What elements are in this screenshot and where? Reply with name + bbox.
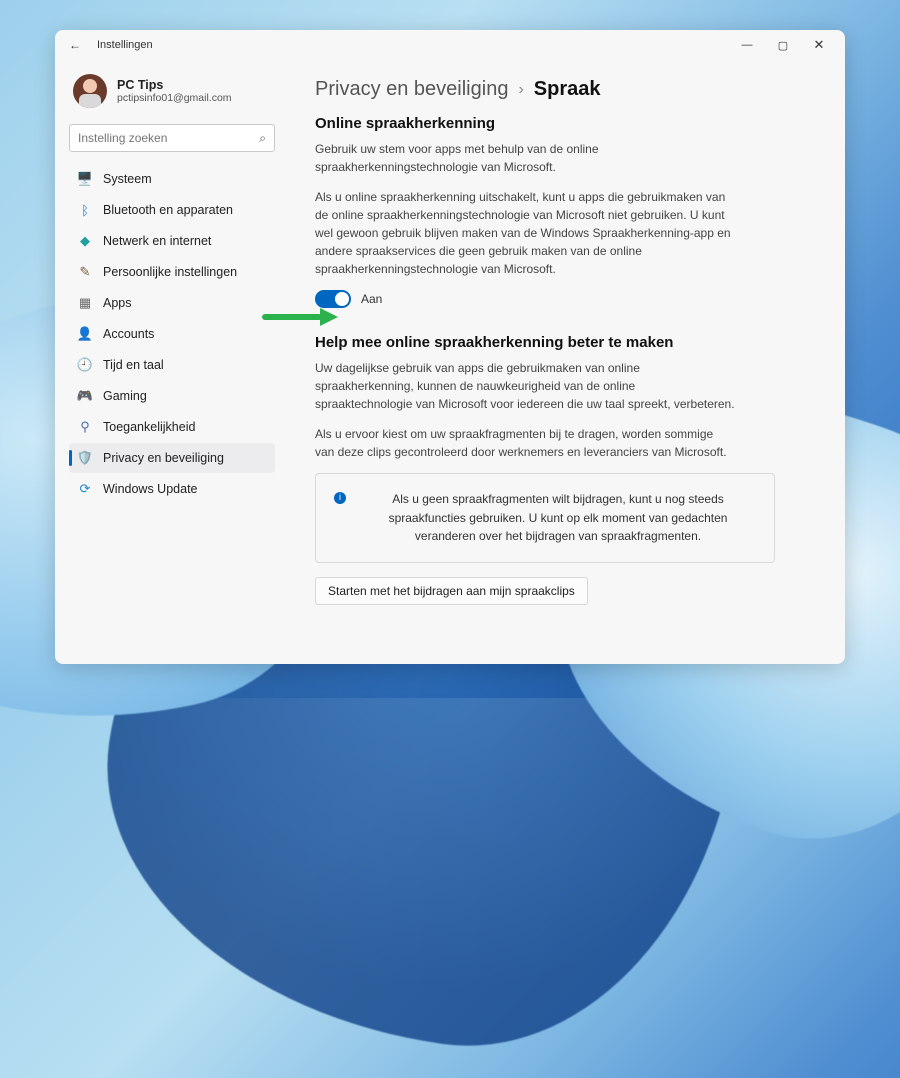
- minimize-button[interactable]: —: [729, 30, 765, 60]
- sidebar-item-bluetooth[interactable]: ᛒ Bluetooth en apparaten: [69, 195, 275, 225]
- titlebar: ← Instellingen — ▢ ✕: [55, 30, 845, 60]
- section2-para2: Als u ervoor kiest om uw spraakfragmente…: [315, 425, 735, 461]
- sidebar-item-label: Toegankelijkheid: [103, 420, 195, 434]
- sidebar-item-personalize[interactable]: ✎ Persoonlijke instellingen: [69, 257, 275, 287]
- sidebar-item-label: Accounts: [103, 327, 154, 341]
- settings-window: ← Instellingen — ▢ ✕ PC Tips pctipsinfo0…: [55, 30, 845, 664]
- apps-icon: ▦: [77, 295, 93, 311]
- start-contributing-button[interactable]: Starten met het bijdragen aan mijn spraa…: [315, 577, 588, 605]
- main-content: Privacy en beveiliging › Spraak Online s…: [285, 60, 845, 664]
- online-speech-toggle-label: Aan: [361, 292, 382, 306]
- back-button[interactable]: ←: [63, 38, 87, 52]
- info-callout: i Als u geen spraakfragmenten wilt bijdr…: [315, 473, 775, 563]
- search-box[interactable]: ⌕: [69, 124, 275, 152]
- breadcrumb-parent[interactable]: Privacy en beveiliging: [315, 78, 508, 101]
- window-title: Instellingen: [97, 39, 153, 51]
- sidebar-item-label: Netwerk en internet: [103, 234, 211, 248]
- search-input[interactable]: [78, 131, 259, 145]
- online-speech-toggle[interactable]: [315, 290, 351, 308]
- close-button[interactable]: ✕: [801, 30, 837, 60]
- privacy-icon: 🛡️: [77, 450, 93, 466]
- access-icon: ⚲: [77, 419, 93, 435]
- info-icon: i: [334, 492, 346, 504]
- time-icon: 🕘: [77, 357, 93, 373]
- sidebar-item-time[interactable]: 🕘 Tijd en taal: [69, 350, 275, 380]
- sidebar-item-network[interactable]: ◆ Netwerk en internet: [69, 226, 275, 256]
- chevron-right-icon: ›: [518, 81, 523, 99]
- sidebar: PC Tips pctipsinfo01@gmail.com ⌕ 🖥️ Syste…: [55, 60, 285, 664]
- search-icon: ⌕: [259, 131, 266, 146]
- sidebar-item-label: Tijd en taal: [103, 358, 164, 372]
- profile-name: PC Tips: [117, 78, 232, 92]
- info-text: Als u geen spraakfragmenten wilt bijdrag…: [389, 492, 728, 543]
- sidebar-item-update[interactable]: ⟳ Windows Update: [69, 474, 275, 504]
- nav-list: 🖥️ Systeem ᛒ Bluetooth en apparaten ◆ Netwerk…: [69, 164, 275, 504]
- sidebar-item-apps[interactable]: ▦ Apps: [69, 288, 275, 318]
- section1-para2: Als u online spraakherkenning uitschakel…: [315, 188, 735, 278]
- bluetooth-icon: ᛒ: [77, 202, 93, 218]
- network-icon: ◆: [77, 233, 93, 249]
- avatar: [73, 74, 107, 108]
- sidebar-item-access[interactable]: ⚲ Toegankelijkheid: [69, 412, 275, 442]
- personalize-icon: ✎: [77, 264, 93, 280]
- maximize-button[interactable]: ▢: [765, 30, 801, 60]
- section-heading-online-recognition: Online spraakherkenning: [315, 115, 811, 132]
- sidebar-item-gaming[interactable]: 🎮 Gaming: [69, 381, 275, 411]
- profile-block[interactable]: PC Tips pctipsinfo01@gmail.com: [69, 68, 275, 122]
- sidebar-item-label: Windows Update: [103, 482, 198, 496]
- section2-para1: Uw dagelijkse gebruik van apps die gebru…: [315, 359, 735, 413]
- section1-para1: Gebruik uw stem voor apps met behulp van…: [315, 140, 735, 176]
- sidebar-item-privacy[interactable]: 🛡️ Privacy en beveiliging: [69, 443, 275, 473]
- gaming-icon: 🎮: [77, 388, 93, 404]
- sidebar-item-label: Persoonlijke instellingen: [103, 265, 237, 279]
- breadcrumb: Privacy en beveiliging › Spraak: [315, 78, 811, 101]
- sidebar-item-label: Bluetooth en apparaten: [103, 203, 233, 217]
- sidebar-item-label: Systeem: [103, 172, 152, 186]
- profile-email: pctipsinfo01@gmail.com: [117, 92, 232, 104]
- sidebar-item-system[interactable]: 🖥️ Systeem: [69, 164, 275, 194]
- sidebar-item-label: Privacy en beveiliging: [103, 451, 224, 465]
- sidebar-item-accounts[interactable]: 👤 Accounts: [69, 319, 275, 349]
- system-icon: 🖥️: [77, 171, 93, 187]
- section-heading-help-improve: Help mee online spraakherkenning beter t…: [315, 334, 811, 351]
- update-icon: ⟳: [77, 481, 93, 497]
- sidebar-item-label: Apps: [103, 296, 132, 310]
- sidebar-item-label: Gaming: [103, 389, 147, 403]
- breadcrumb-current: Spraak: [534, 78, 601, 101]
- accounts-icon: 👤: [77, 326, 93, 342]
